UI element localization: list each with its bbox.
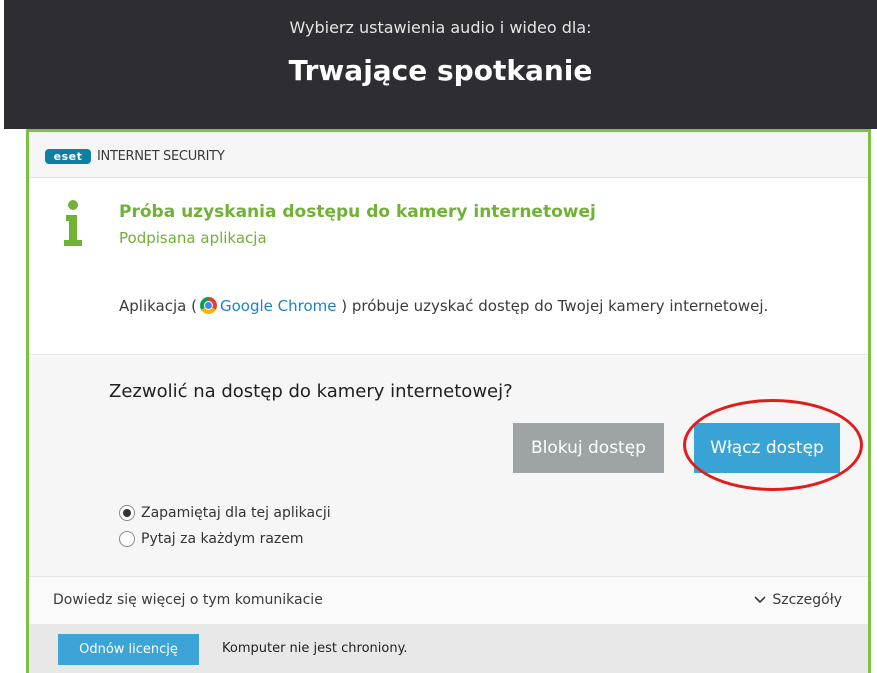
banner-subtitle: Wybierz ustawienia audio i wideo dla: — [289, 18, 592, 37]
dialog-footer: Dowiedz się więcej o tym komunikacie Szc… — [29, 576, 868, 624]
renew-license-button[interactable]: Odnów licencję — [58, 634, 199, 665]
app-line-prefix: Aplikacja ( — [119, 297, 197, 315]
license-bar: Odnów licencję Komputer nie jest chronio… — [29, 624, 868, 673]
chevron-down-icon — [754, 596, 766, 604]
app-line-suffix: ) próbuje uzyskać dostęp do Twojej kamer… — [336, 297, 769, 315]
alert-subtitle: Podpisana aplikacja — [119, 229, 267, 247]
radio-button-unchecked[interactable] — [119, 531, 135, 547]
dialog-header: eset INTERNET SECURITY — [29, 132, 868, 178]
info-icon — [64, 200, 82, 246]
question-panel: Zezwolić na dostęp do kamery internetowe… — [29, 354, 868, 576]
protection-status: Komputer nie jest chroniony. — [222, 641, 408, 656]
learn-more-link[interactable]: Dowiedz się więcej o tym komunikacie — [53, 592, 323, 608]
radio-ask-every-time[interactable]: Pytaj za każdym razem — [119, 531, 304, 547]
details-label: Szczegóły — [772, 592, 842, 608]
meeting-title: Trwające spotkanie — [288, 54, 593, 87]
eset-logo: eset — [45, 149, 91, 164]
product-name: INTERNET SECURITY — [97, 149, 225, 164]
radio-remember[interactable]: Zapamiętaj dla tej aplikacji — [119, 505, 331, 521]
radio-ask-label: Pytaj za każdym razem — [141, 531, 304, 547]
block-access-button[interactable]: Blokuj dostęp — [513, 423, 664, 473]
alert-title: Próba uzyskania dostępu do kamery intern… — [119, 202, 596, 222]
chrome-icon — [199, 297, 217, 314]
radio-remember-label: Zapamiętaj dla tej aplikacji — [141, 505, 331, 521]
details-toggle[interactable]: Szczegóły — [754, 592, 842, 608]
meeting-banner: Wybierz ustawienia audio i wideo dla: Tr… — [0, 0, 877, 129]
radio-button-checked[interactable] — [119, 505, 135, 521]
eset-camera-access-dialog: eset INTERNET SECURITY Próba uzyskania d… — [26, 129, 871, 673]
app-name-link[interactable]: Google Chrome — [220, 297, 337, 315]
highlight-ring — [683, 399, 863, 491]
access-question: Zezwolić na dostęp do kamery internetowe… — [109, 381, 513, 402]
app-description: Aplikacja ( Google Chrome ) próbuje uzysk… — [119, 297, 768, 315]
